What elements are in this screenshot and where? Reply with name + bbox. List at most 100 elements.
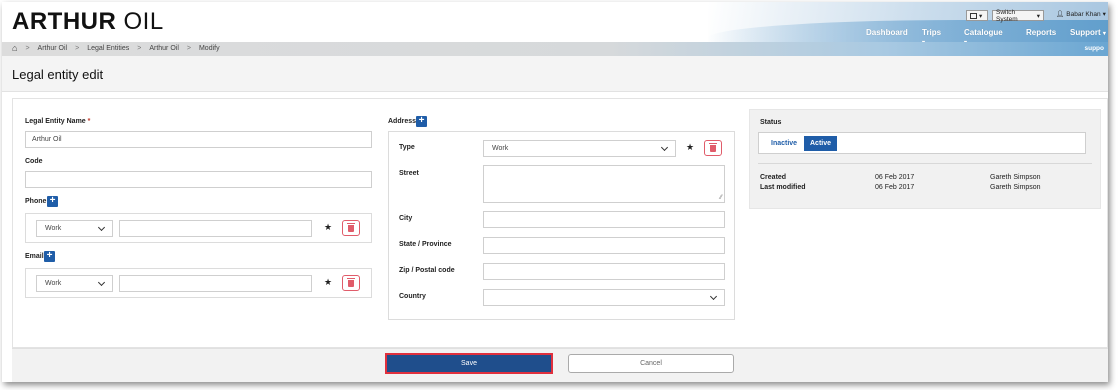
address-type-select[interactable]: Work	[483, 140, 676, 157]
active-button[interactable]: Active	[804, 136, 838, 151]
trash-icon	[709, 142, 717, 152]
save-button[interactable]: Save	[385, 353, 553, 374]
status-label: Status	[760, 119, 782, 126]
breadcrumb-item-modify: Modify	[198, 44, 220, 52]
modified-by: Gareth Simpson	[990, 184, 1041, 191]
street-label: Street	[399, 170, 419, 177]
city-input[interactable]	[483, 211, 725, 228]
star-icon[interactable]: ★	[324, 222, 332, 233]
state-label: State / Province	[399, 241, 452, 248]
city-label: City	[399, 215, 413, 222]
breadcrumb-item-entity[interactable]: Arthur Oil	[149, 45, 179, 52]
nav-support[interactable]: Support ▾	[1070, 28, 1106, 37]
address-label: Address	[388, 118, 417, 125]
logo[interactable]: ARTHUR OIL	[12, 8, 164, 36]
nav-support-label: Support	[1070, 28, 1101, 37]
zip-label: Zip / Postal code	[399, 267, 455, 274]
caret-down-icon: ▾	[1102, 31, 1106, 37]
email-address-input[interactable]	[119, 275, 312, 292]
logo-bold-text: ARTHUR	[12, 8, 117, 35]
trash-icon	[347, 277, 355, 287]
chevron-right-icon: >	[75, 44, 80, 52]
email-type-value: Work	[45, 280, 62, 287]
required-marker: *	[87, 118, 91, 125]
add-address-button[interactable]: +	[416, 116, 427, 127]
created-date: 06 Feb 2017	[875, 174, 915, 181]
inactive-button[interactable]: Inactive	[765, 136, 803, 151]
switch-system-label: Switch System	[996, 8, 1018, 23]
monitor-icon	[970, 12, 977, 19]
phone-number-input[interactable]	[119, 220, 312, 237]
chevron-down-icon	[97, 278, 106, 286]
nav-catalogue-label: Catalogue	[964, 28, 1003, 37]
home-icon[interactable]: ⌂	[12, 44, 17, 53]
form-footer: Save Cancel	[12, 348, 1108, 382]
nav-catalogue[interactable]: Catalogue ▾	[964, 28, 1003, 42]
created-by: Gareth Simpson	[990, 174, 1041, 181]
zip-input[interactable]	[483, 263, 725, 280]
created-label: Created	[760, 174, 787, 181]
breadcrumb-bar: ⌂ > Arthur Oil > Legal Entities > Arthur…	[2, 42, 1108, 56]
phone-row: Work ★	[25, 213, 372, 243]
legal-entity-name-label-text: Legal Entity Name	[25, 118, 86, 125]
breadcrumb-item-arthur-oil[interactable]: Arthur Oil	[38, 45, 68, 52]
legal-entity-name-input[interactable]: Arthur Oil	[25, 131, 372, 148]
trash-icon	[347, 222, 355, 232]
chevron-right-icon: >	[25, 44, 30, 52]
email-label: Email	[25, 253, 44, 260]
code-label: Code	[25, 158, 43, 165]
user-name: Babar Khan	[1066, 10, 1101, 18]
delete-email-button[interactable]	[342, 275, 360, 291]
cancel-button[interactable]: Cancel	[568, 354, 734, 373]
add-email-button[interactable]: +	[44, 251, 55, 262]
nav-reports[interactable]: Reports	[1026, 28, 1056, 37]
chevron-down-icon	[660, 143, 669, 151]
legal-entity-name-label: Legal Entity Name *	[25, 118, 90, 125]
phone-label: Phone	[25, 198, 47, 205]
code-input[interactable]	[25, 171, 372, 188]
email-type-select[interactable]: Work	[36, 275, 113, 292]
add-phone-button[interactable]: +	[47, 196, 58, 207]
modified-date: 06 Feb 2017	[875, 184, 915, 191]
modified-label: Last modified	[760, 184, 806, 191]
logo-light-text: OIL	[123, 8, 164, 35]
delete-address-button[interactable]	[704, 140, 722, 156]
country-label: Country	[399, 293, 426, 300]
app-window: ARTHUR OIL ▾ Switch System ▾ 👤︎ Babar Kh…	[2, 2, 1108, 382]
chevron-right-icon: >	[186, 44, 191, 52]
nav-trips-label: Trips	[922, 28, 942, 37]
star-icon[interactable]: ★	[686, 142, 694, 153]
caret-down-icon: ▾	[1036, 12, 1040, 20]
nav-trips[interactable]: Trips ▾	[922, 28, 941, 42]
nav-dashboard[interactable]: Dashboard	[866, 28, 908, 37]
breadcrumb: ⌂ > Arthur Oil > Legal Entities > Arthur…	[12, 44, 220, 53]
phone-type-value: Work	[45, 225, 62, 232]
user-menu[interactable]: 👤︎ Babar Khan ▾	[1056, 10, 1106, 19]
street-textarea[interactable]: ⁄⁄	[483, 165, 725, 203]
resize-handle-icon: ⁄⁄	[719, 195, 722, 201]
phone-type-select[interactable]: Work	[36, 220, 113, 237]
address-type-value: Work	[492, 145, 509, 152]
email-row: Work ★	[25, 268, 372, 298]
status-panel: Status Inactive Active Created 06 Feb 20…	[749, 109, 1101, 209]
page-title: Legal entity edit	[12, 67, 104, 82]
country-select[interactable]	[483, 289, 725, 306]
monitor-dropdown[interactable]: ▾	[966, 10, 988, 21]
title-area: Legal entity edit	[2, 56, 1108, 92]
caret-down-icon: ▾	[979, 12, 983, 20]
address-type-label: Type	[399, 144, 415, 151]
breadcrumb-item-legal-entities[interactable]: Legal Entities	[87, 45, 129, 52]
caret-down-icon: ▾	[1102, 11, 1106, 18]
top-header: ARTHUR OIL ▾ Switch System ▾ 👤︎ Babar Kh…	[2, 2, 1108, 42]
divider	[758, 163, 1092, 164]
support-link-small[interactable]: suppo	[1085, 45, 1105, 52]
state-input[interactable]	[483, 237, 725, 254]
star-icon[interactable]: ★	[324, 277, 332, 288]
status-toggle: Inactive Active	[758, 132, 1086, 154]
chevron-down-icon	[709, 292, 718, 300]
delete-phone-button[interactable]	[342, 220, 360, 236]
address-box: Type Work ★ Street ⁄⁄ City State / Provi…	[388, 131, 735, 320]
switch-system-dropdown[interactable]: Switch System ▾	[992, 8, 1044, 23]
chevron-down-icon	[97, 223, 106, 231]
chevron-right-icon: >	[137, 44, 142, 52]
